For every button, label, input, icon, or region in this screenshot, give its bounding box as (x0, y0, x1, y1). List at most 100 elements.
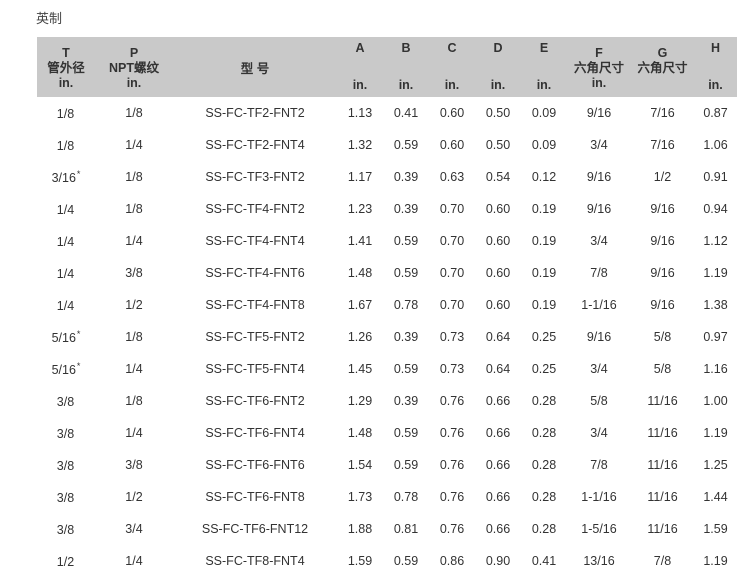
cell-t-value: 1/4 (56, 235, 75, 249)
table-row: 1/4 1/4 SS-FC-TF4-FNT4 1.41 0.59 0.70 0.60 0.19… (37, 225, 737, 257)
cell-b: 0.59 (383, 129, 429, 161)
cell-t-value: 1/2 (56, 555, 75, 569)
cell-t-value: 1/8 (56, 139, 75, 153)
cell-h: 1.16 (694, 353, 737, 385)
cell-g: 11/16 (631, 385, 694, 417)
cell-d-value: 0.64 (485, 362, 511, 376)
cell-c: 0.70 (429, 225, 475, 257)
cell-h-value: 1.44 (703, 490, 728, 504)
footnote-mark: * (76, 329, 81, 339)
cell-a: 1.41 (337, 225, 383, 257)
cell-e-value: 0.28 (531, 490, 557, 504)
cell-g-value: 9/16 (650, 298, 675, 312)
cell-b-value: 0.39 (393, 394, 419, 408)
cell-t-value: 3/16 (51, 171, 76, 185)
header-p-unit: in. (126, 76, 142, 90)
header-f-name: 六角尺寸 (573, 61, 624, 75)
cell-model: SS-FC-TF4-FNT6 (173, 257, 337, 289)
cell-model-value: SS-FC-TF5-FNT2 (205, 330, 305, 344)
cell-e: 0.19 (521, 289, 567, 321)
cell-t-value: 1/4 (56, 267, 75, 281)
cell-a-value: 1.67 (347, 298, 373, 312)
cell-h-value: 0.87 (703, 106, 728, 120)
header-d: D in. (475, 37, 521, 97)
cell-b: 0.59 (383, 225, 429, 257)
cell-a-value: 1.59 (347, 554, 373, 568)
cell-f: 1-1/16 (567, 289, 631, 321)
header-e-letter: E (539, 41, 549, 55)
header-g: G 六角尺寸 (631, 37, 694, 97)
cell-d: 0.50 (475, 129, 521, 161)
cell-c: 0.86 (429, 545, 475, 577)
cell-e-value: 0.12 (531, 170, 557, 184)
cell-d-value: 0.50 (485, 138, 511, 152)
cell-t: 1/4 (37, 289, 95, 321)
cell-model: SS-FC-TF2-FNT2 (173, 97, 337, 129)
cell-e-value: 0.28 (531, 426, 557, 440)
cell-a: 1.13 (337, 97, 383, 129)
spec-table: T 管外径 in. P NPT螺纹 in. 型 号 A in. B in. C … (37, 37, 737, 577)
cell-d-value: 0.66 (485, 522, 511, 536)
cell-p-value: 1/4 (125, 362, 143, 376)
cell-d: 0.54 (475, 161, 521, 193)
cell-c-value: 0.70 (439, 202, 465, 216)
cell-e: 0.19 (521, 193, 567, 225)
cell-h: 1.12 (694, 225, 737, 257)
cell-p: 1/4 (95, 417, 173, 449)
cell-t: 3/8 (37, 481, 95, 513)
cell-c-value: 0.76 (439, 522, 465, 536)
cell-f-value: 1-1/16 (581, 490, 617, 504)
header-e-unit: in. (536, 78, 552, 92)
cell-p: 1/8 (95, 97, 173, 129)
cell-c-value: 0.70 (439, 234, 465, 248)
cell-model: SS-FC-TF6-FNT8 (173, 481, 337, 513)
cell-p-value: 3/4 (125, 522, 143, 536)
cell-model-value: SS-FC-TF3-FNT2 (205, 170, 305, 184)
cell-p: 1/4 (95, 225, 173, 257)
header-f-unit: in. (591, 76, 607, 90)
cell-h: 1.06 (694, 129, 737, 161)
cell-h: 1.19 (694, 417, 737, 449)
cell-e: 0.09 (521, 97, 567, 129)
cell-c-value: 0.76 (439, 426, 465, 440)
cell-h: 1.25 (694, 449, 737, 481)
header-e: E in. (521, 37, 567, 97)
cell-h-value: 1.19 (703, 554, 728, 568)
cell-e-value: 0.28 (531, 394, 557, 408)
cell-p-value: 1/8 (125, 330, 143, 344)
cell-model-value: SS-FC-TF4-FNT2 (205, 202, 305, 216)
cell-t: 3/8 (37, 513, 95, 545)
cell-f-value: 9/16 (586, 170, 612, 184)
table-row: 3/8 3/8 SS-FC-TF6-FNT6 1.54 0.59 0.76 0.66 0.28… (37, 449, 737, 481)
cell-c-value: 0.73 (439, 330, 465, 344)
cell-p-value: 1/8 (125, 106, 143, 120)
cell-f: 1-1/16 (567, 481, 631, 513)
cell-d-value: 0.90 (485, 554, 511, 568)
cell-f: 3/4 (567, 129, 631, 161)
cell-d-value: 0.66 (485, 426, 511, 440)
footnote-mark: * (76, 361, 81, 371)
header-b: B in. (383, 37, 429, 97)
cell-g: 11/16 (631, 481, 694, 513)
cell-model-value: SS-FC-TF6-FNT8 (205, 490, 305, 504)
cell-model: SS-FC-TF6-FNT12 (173, 513, 337, 545)
header-model-name: 型 号 (240, 61, 270, 76)
cell-f: 9/16 (567, 97, 631, 129)
cell-t-value: 3/8 (56, 395, 75, 409)
cell-d: 0.90 (475, 545, 521, 577)
cell-d: 0.60 (475, 289, 521, 321)
cell-b: 0.59 (383, 545, 429, 577)
cell-h-value: 1.06 (703, 138, 728, 152)
cell-c: 0.60 (429, 97, 475, 129)
cell-model: SS-FC-TF4-FNT4 (173, 225, 337, 257)
cell-d-value: 0.50 (485, 106, 511, 120)
cell-t: 3/8 (37, 449, 95, 481)
cell-g: 9/16 (631, 193, 694, 225)
cell-f-value: 7/8 (590, 458, 608, 472)
cell-d: 0.64 (475, 321, 521, 353)
cell-b-value: 0.59 (393, 138, 419, 152)
cell-p: 1/8 (95, 193, 173, 225)
cell-b-value: 0.59 (393, 426, 419, 440)
cell-t-value: 3/8 (56, 459, 75, 473)
cell-h: 0.87 (694, 97, 737, 129)
